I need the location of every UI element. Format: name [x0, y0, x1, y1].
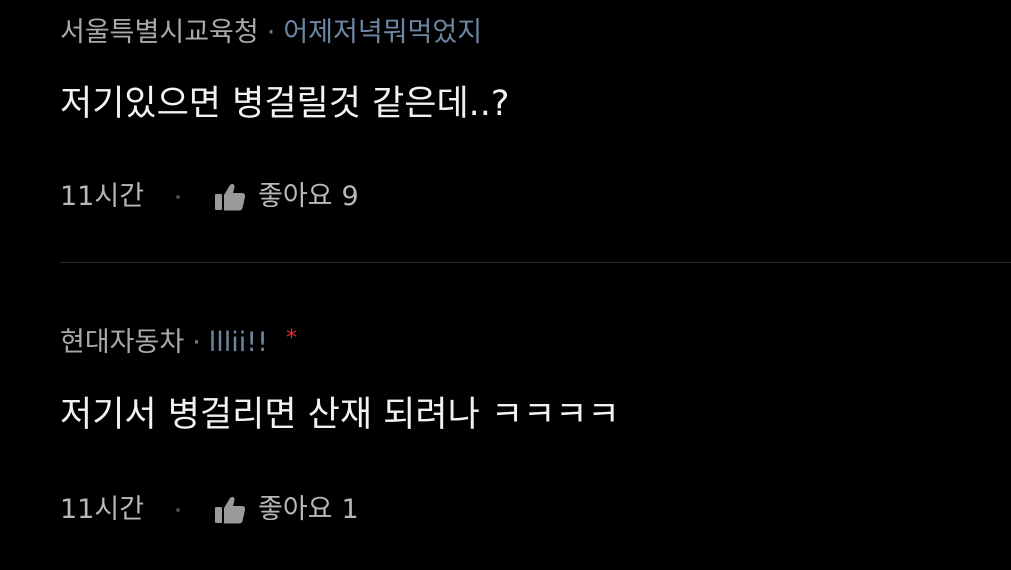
- comment-actions: 11시간 좋아요 1: [60, 493, 359, 527]
- comment-time: 11시간: [60, 181, 145, 212]
- like-label: 좋아요: [258, 494, 333, 525]
- author-separator: ·: [266, 17, 276, 48]
- action-separator-dot: [176, 508, 180, 512]
- comment-item: 서울특별시교육청 · 어제저녁뭐먹었지 저기있으면 병걸릴것 같은데..? 11…: [60, 0, 1011, 262]
- author-nickname[interactable]: 어제저녁뭐먹었지: [283, 16, 482, 50]
- author-company[interactable]: 서울특별시교육청: [60, 16, 259, 50]
- like-button[interactable]: 좋아요 9: [214, 180, 359, 214]
- author-company[interactable]: 현대자동차: [60, 326, 184, 360]
- thumbs-up-icon: [215, 183, 246, 211]
- action-separator-dot: [176, 195, 180, 199]
- like-button[interactable]: 좋아요 1: [214, 493, 359, 527]
- comment-time: 11시간: [60, 494, 145, 525]
- author-nickname[interactable]: lllii!!: [209, 326, 268, 360]
- comment-author-line: 서울특별시교육청 · 어제저녁뭐먹었지: [60, 16, 482, 50]
- like-count: 1: [341, 494, 359, 525]
- author-separator: ·: [192, 327, 201, 358]
- comment-item: 현대자동차 · lllii!! * 저기서 병걸리면 산재 되려나 ㅋㅋㅋㅋ 1…: [60, 263, 1011, 570]
- like-count: 9: [341, 181, 359, 212]
- comment-text: 저기서 병걸리면 산재 되려나 ㅋㅋㅋㅋ: [60, 395, 620, 435]
- like-label: 좋아요: [258, 181, 333, 212]
- comment-author-line: 현대자동차 · lllii!! *: [60, 326, 297, 360]
- comment-actions: 11시간 좋아요 9: [60, 180, 359, 214]
- thumbs-up-icon: [215, 496, 246, 524]
- comment-text: 저기있으면 병걸릴것 같은데..?: [60, 84, 510, 124]
- author-marker: *: [285, 326, 297, 351]
